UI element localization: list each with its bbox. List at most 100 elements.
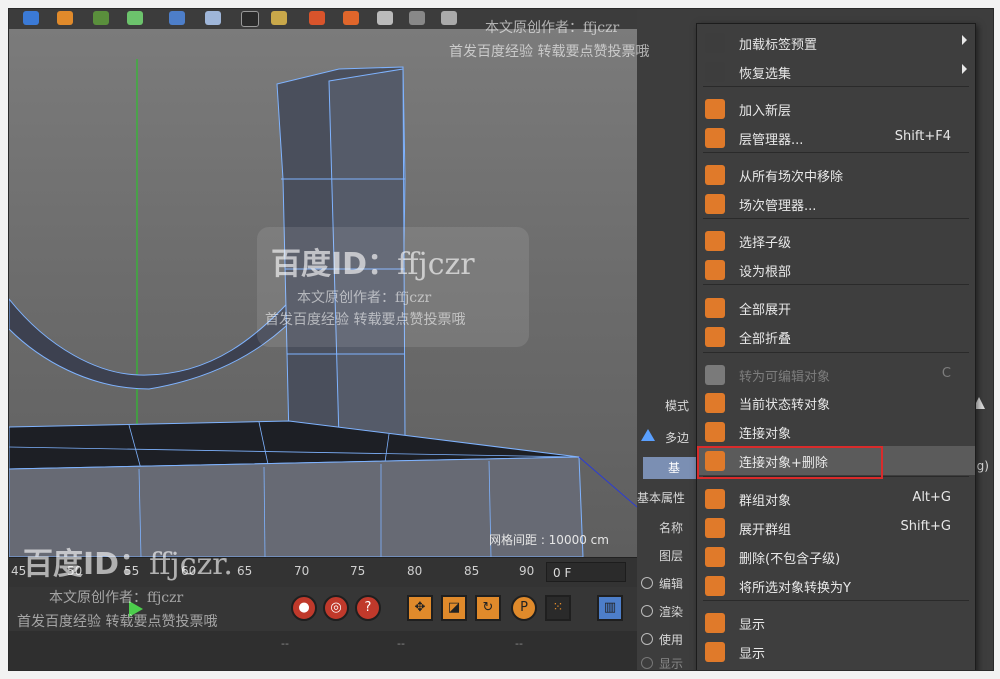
autokey-icon[interactable]: ◎ [323,595,349,621]
menu-item-label: 从所有场次中移除 [739,170,844,185]
menu-item[interactable]: 连接对象 [697,417,975,446]
menu-item-label: 加载标签预置 [739,38,818,53]
basic-props-heading: 基本属性 [637,491,686,505]
menu-item[interactable]: 当前状态转对象 [697,388,975,417]
menu-item[interactable]: 展开群组 Shift+G [697,513,975,542]
pla-key-icon[interactable]: ⁙ [545,595,571,621]
c4d-window: 网格间距 : 10000 cm 45 50 55 60 65 70 75 80 … [8,8,994,671]
param-key-icon[interactable]: P [511,595,537,621]
display-color-radio[interactable] [641,657,653,669]
menu-item[interactable]: 层管理器... Shift+F4 [697,123,975,152]
toolbar-icon-12[interactable] [409,11,425,25]
menu-item-label: 场次管理器... [739,199,817,214]
material-strip: -- -- -- [9,631,637,670]
watermark-bottom-id-name: ffjczr. [149,547,233,582]
menu-item[interactable]: 从所有场次中移除 [697,160,975,189]
menu-item-label: 选择子级 [739,236,792,251]
watermark-bottom-id: 百度ID：ffjczr. [23,539,233,583]
menu-item-label: 转为可编辑对象 [739,370,831,385]
watermark-bottom-line2: 首发百度经验 转载要点赞投票哦 [17,614,218,630]
menu-item-label: 删除(不包含子级) [739,552,841,567]
toolbar-icon-3[interactable] [93,11,109,25]
timeline-window-icon[interactable]: ▥ [597,595,623,621]
timeline-tick: 70 [294,564,310,578]
menu-separator [703,352,969,353]
highlight-annotation-box [697,446,883,479]
edit-radio[interactable] [641,577,653,589]
menu-item-label: 群组对象 [739,494,792,509]
watermark-bottom-id-label: 百度ID： [23,547,150,582]
menu-item[interactable]: 连接对象+删除 [697,446,975,479]
expand-group-icon [705,518,725,538]
current-frame-field[interactable]: 0 F [546,562,626,582]
expand-all-icon [705,298,725,318]
menu-item[interactable]: 显示运动 [697,666,975,670]
current-state-icon [705,393,725,413]
watermark-line2: 首发百度经验 转载要点赞投票哦 [265,312,466,328]
scale-key-icon[interactable]: ◪ [441,595,467,621]
toolbar-icon-10[interactable] [343,11,359,25]
strip-label: -- [515,637,523,650]
watermark-top-line1: 本文原创作者：ffjczr [485,20,620,36]
menu-separator [703,600,969,601]
record-icon[interactable]: ● [291,595,317,621]
menu-item[interactable]: 恢复选集 [697,57,975,86]
help-keys-icon[interactable]: ? [355,595,381,621]
layer-field-label: 图层 [659,549,684,563]
toolbar-icon-9[interactable] [309,11,325,25]
menu-item[interactable]: 场次管理器... [697,189,975,218]
strip-label: -- [397,637,405,650]
toolbar-icon-6[interactable] [205,11,221,25]
menu-item[interactable]: 群组对象 Alt+G [697,484,975,513]
menu-item[interactable]: 选择子级 [697,226,975,255]
toolbar-icon-2[interactable] [57,11,73,25]
menu-item-shortcut: Shift+F4 [894,129,951,144]
attributes-mode-label[interactable]: 模式 [665,397,689,414]
menu-item[interactable]: 将所选对象转换为Y [697,571,975,600]
timeline-tick: 65 [237,564,253,578]
menu-separator [703,218,969,219]
menu-item[interactable]: 显示 [697,637,975,666]
menu-item[interactable]: 删除(不包含子级) [697,542,975,571]
toolbar-icon-8[interactable] [271,11,287,25]
layer-manager-icon [705,128,725,148]
restore-selection-icon [705,62,725,82]
toolbar-icon-4[interactable] [127,11,143,25]
menu-item[interactable]: 全部折叠 [697,322,975,351]
menu-item[interactable]: 显示 [697,608,975,637]
watermark-id-name: ffjczr [397,247,475,282]
menu-item-shortcut: C [941,366,951,381]
watermark-id-label: 百度ID： [271,247,398,282]
toolbar-icon-5[interactable] [169,11,185,25]
group-objects-icon [705,489,725,509]
timeline-tick: 75 [350,564,366,578]
toolbar-icon-7[interactable] [241,11,259,27]
strip-label: -- [281,637,289,650]
menu-item: 转为可编辑对象 C [697,360,975,389]
menu-item[interactable]: 加载标签预置 [697,28,975,57]
use-color-radio[interactable] [641,633,653,645]
make-editable-icon [705,365,725,385]
object-type-label: 多边 [665,431,690,445]
collapse-all-icon [705,327,725,347]
submenu-arrow-icon [962,35,967,45]
toolbar-icon-13[interactable] [441,11,457,25]
poly-icon [641,429,655,441]
menu-item[interactable]: 加入新层 [697,94,975,123]
use-color-label: 使用 [659,633,684,647]
menu-item[interactable]: 设为根部 [697,255,975,284]
menu-item-label: 恢复选集 [739,67,792,82]
menu-item-label: 连接对象 [739,427,792,442]
watermark-top-line2: 首发百度经验 转载要点赞投票哦 [449,44,650,60]
menu-separator [703,284,969,285]
toolbar-icon-11[interactable] [377,11,393,25]
menu-separator [703,152,969,153]
move-key-icon[interactable]: ✥ [407,595,433,621]
menu-item-label: 将所选对象转换为Y [739,581,851,596]
toolbar-icon-1[interactable] [23,11,39,25]
menu-item-label: 全部展开 [739,303,792,318]
watermark-bottom-line1: 本文原创作者：ffjczr [49,590,184,606]
render-radio[interactable] [641,605,653,617]
menu-item[interactable]: 全部展开 [697,293,975,322]
rotate-key-icon[interactable]: ↻ [475,595,501,621]
